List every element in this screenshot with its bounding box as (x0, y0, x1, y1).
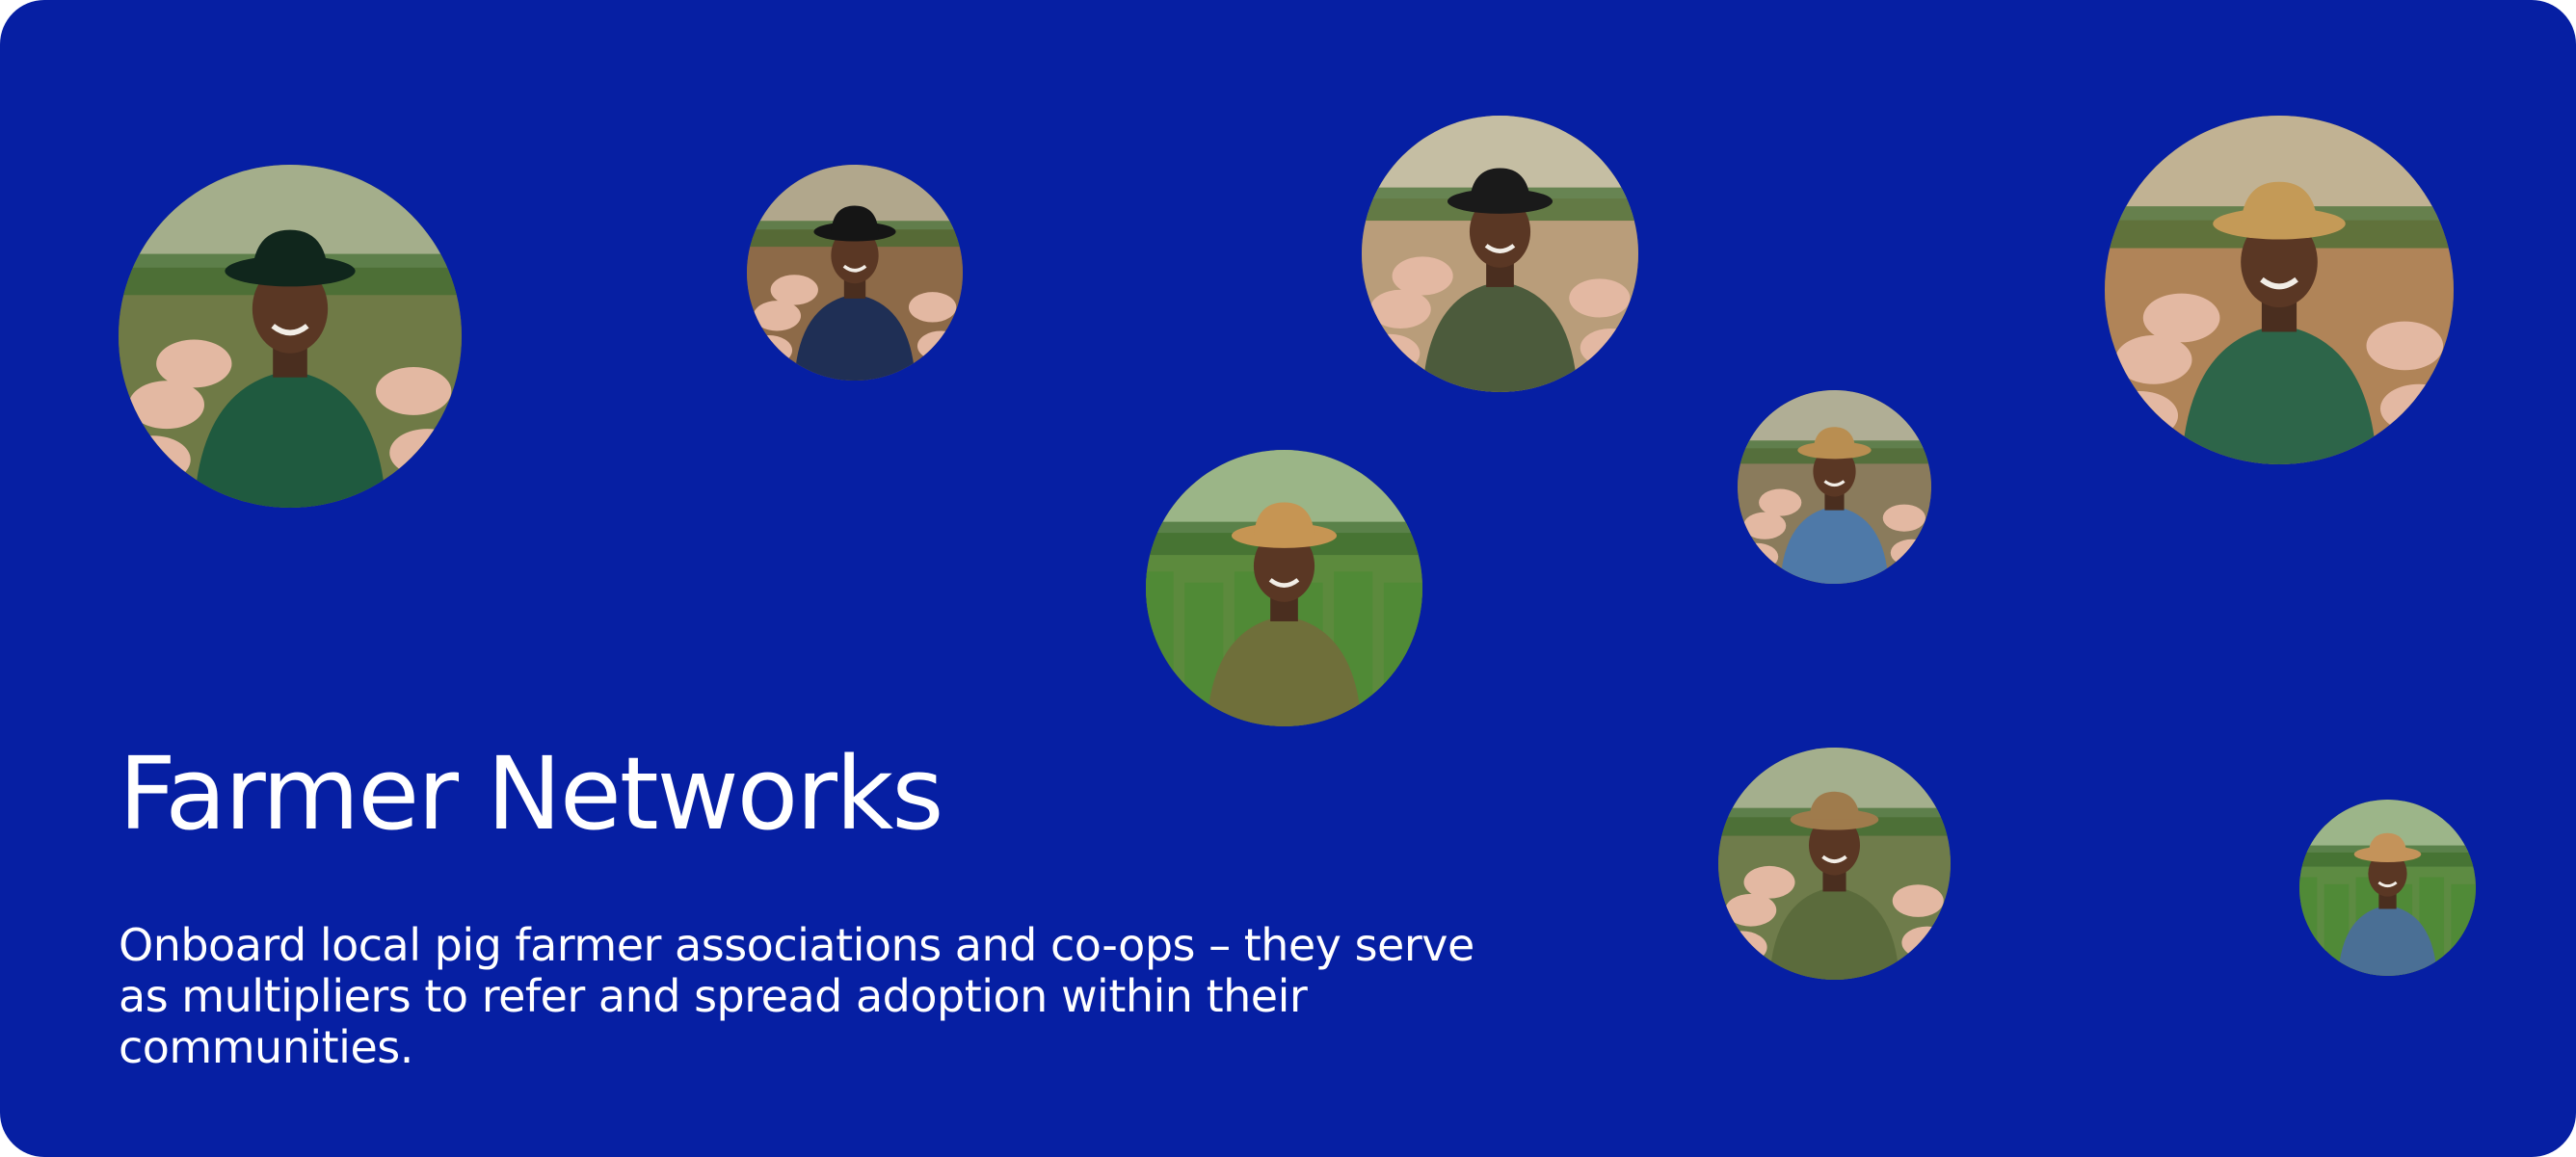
farmer-photo-overalls-hoe-field (1146, 450, 1422, 726)
farmer-photo-suit-pig-barn (747, 165, 963, 381)
farmer-photo-woman-apron (2105, 116, 2454, 464)
farmer-photo-olive-shirt-cane (1718, 748, 1951, 980)
farmer-photo-blue-shirt-field (2299, 800, 2476, 976)
farmer-networks-slide: Farmer Networks Onboard local pig farmer… (0, 0, 2576, 1157)
farmer-photo-tablet-pig-farm (1362, 116, 1638, 392)
farmer-photo-green-hat-pig-pen (119, 165, 462, 508)
slide-description: Onboard local pig farmer associations an… (119, 919, 1474, 1073)
slide-title: Farmer Networks (119, 735, 943, 853)
farmer-photo-denim-woman (1738, 390, 1931, 584)
